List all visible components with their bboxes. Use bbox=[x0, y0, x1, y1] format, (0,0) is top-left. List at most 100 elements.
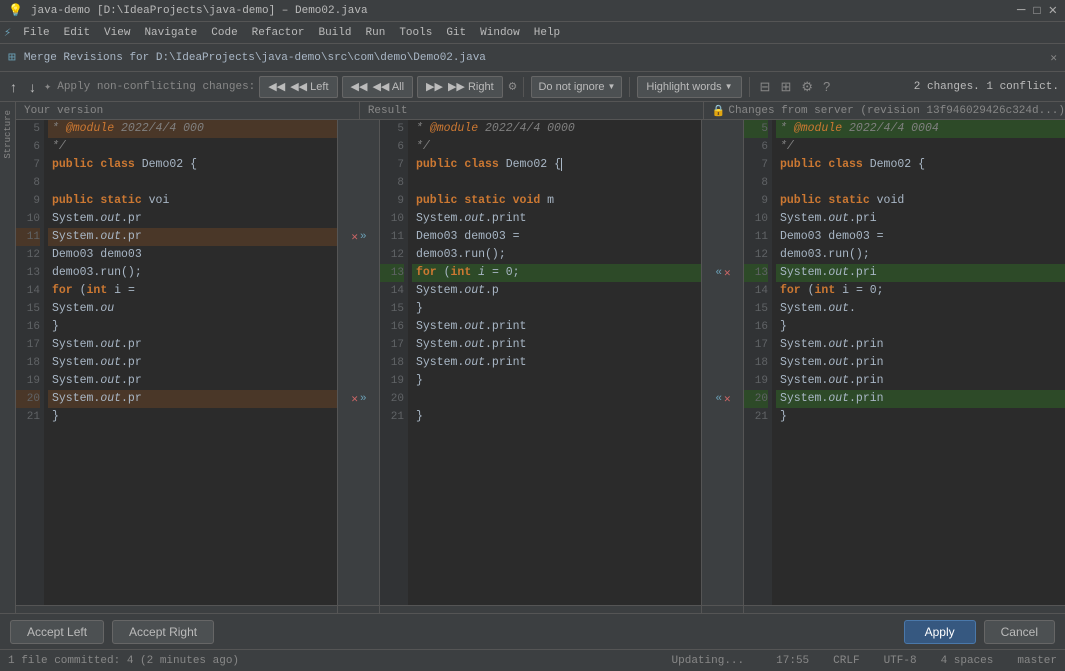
split-view-btn[interactable]: ⊞ bbox=[777, 79, 794, 95]
settings-icon[interactable]: ⚙ bbox=[509, 79, 517, 94]
right-line-16: } bbox=[776, 318, 1065, 336]
menu-edit[interactable]: Edit bbox=[58, 25, 96, 41]
right-line-9: public static void bbox=[776, 192, 1065, 210]
menu-code[interactable]: Code bbox=[205, 25, 243, 41]
maximize-btn[interactable]: □ bbox=[1033, 4, 1040, 18]
minimize-btn[interactable]: ─ bbox=[1017, 3, 1025, 19]
menu-help[interactable]: Help bbox=[528, 25, 566, 41]
accept-right-toolbar-btn[interactable]: ▶▶ ▶▶ Right bbox=[417, 76, 503, 98]
accept-left-toolbar-btn[interactable]: ◀◀ ◀◀ Left bbox=[259, 76, 337, 98]
menu-file[interactable]: File bbox=[17, 25, 55, 41]
middle-line-13: for (int i = 0; bbox=[412, 264, 701, 282]
commit-status: 1 file committed: 4 (2 minutes ago) bbox=[8, 655, 239, 667]
left-hscroll[interactable] bbox=[16, 606, 338, 613]
left-line-15: System.ou bbox=[48, 300, 337, 318]
next-change-btn[interactable]: ↓ bbox=[25, 79, 40, 95]
right-gutter-arrow-20[interactable]: « bbox=[715, 393, 722, 405]
settings-btn[interactable]: ⚙ bbox=[798, 79, 816, 95]
bottom-right-buttons: Apply Cancel bbox=[904, 620, 1055, 644]
code-panels: 5 6 7 8 9 10 11 12 13 14 15 16 17 18 19 … bbox=[16, 120, 1065, 605]
time-status: 17:55 bbox=[776, 655, 809, 667]
left-gutter-x-20[interactable]: ✕ bbox=[351, 392, 358, 406]
magic-wand-icon: ✦ bbox=[44, 79, 51, 94]
menu-bar: ⚡ File Edit View Navigate Code Refactor … bbox=[0, 22, 1065, 44]
middle-line-16: System.out.print bbox=[412, 318, 701, 336]
right-line-5: * @module 2022/4/4 0004 bbox=[776, 120, 1065, 138]
menu-navigate[interactable]: Navigate bbox=[138, 25, 203, 41]
title-text: java-demo [D:\IdeaProjects\java-demo] – … bbox=[31, 5, 368, 17]
middle-line-10: System.out.print bbox=[412, 210, 701, 228]
indent-status[interactable]: 4 spaces bbox=[941, 655, 994, 667]
highlight-words-btn[interactable]: Highlight words ▼ bbox=[637, 76, 741, 98]
left-panel[interactable]: 5 6 7 8 9 10 11 12 13 14 15 16 17 18 19 … bbox=[16, 120, 338, 605]
left-line-9: public static voi bbox=[48, 192, 337, 210]
middle-panel-header: Result bbox=[360, 102, 704, 119]
left-line-16: } bbox=[48, 318, 337, 336]
left-gutter-arrow-11[interactable]: » bbox=[360, 231, 367, 243]
bottom-bar: Accept Left Accept Right Apply Cancel bbox=[0, 613, 1065, 649]
right-line-10: System.out.pri bbox=[776, 210, 1065, 228]
right-hscroll[interactable] bbox=[744, 606, 1065, 613]
apply-nonconflict-label: Apply non-conflicting changes: bbox=[57, 81, 255, 93]
middle-code[interactable]: * @module 2022/4/4 0000 */ public class … bbox=[408, 120, 701, 605]
left-line-5: * @module 2022/4/4 000 bbox=[48, 120, 337, 138]
title-bar: 💡 java-demo [D:\IdeaProjects\java-demo] … bbox=[0, 0, 1065, 22]
line-ending-status[interactable]: CRLF bbox=[833, 655, 859, 667]
accept-right-btn[interactable]: Accept Right bbox=[112, 620, 214, 644]
cancel-btn[interactable]: Cancel bbox=[984, 620, 1055, 644]
help-btn[interactable]: ? bbox=[820, 79, 833, 94]
middle-line-19: } bbox=[412, 372, 701, 390]
sep2 bbox=[629, 77, 630, 97]
left-arrows-icon: ◀◀ bbox=[268, 80, 285, 93]
scrollbar-area bbox=[16, 605, 1065, 613]
left-line-6: */ bbox=[48, 138, 337, 156]
close-btn[interactable]: ✕ bbox=[1049, 2, 1057, 19]
middle-line-5: * @module 2022/4/4 0000 bbox=[412, 120, 701, 138]
menu-git[interactable]: Git bbox=[440, 25, 472, 41]
menu-refactor[interactable]: Refactor bbox=[246, 25, 311, 41]
accept-left-btn[interactable]: Accept Left bbox=[10, 620, 104, 644]
middle-panel[interactable]: 5 6 7 8 9 10 11 12 13 14 15 16 17 18 19 … bbox=[380, 120, 702, 605]
panel-headers-row: Your version Result 🔒 Changes from serve… bbox=[16, 102, 1065, 120]
middle-line-12: demo03.run(); bbox=[412, 246, 701, 264]
menu-run[interactable]: Run bbox=[360, 25, 392, 41]
menu-tools[interactable]: Tools bbox=[393, 25, 438, 41]
menu-view[interactable]: View bbox=[98, 25, 136, 41]
right-gutter-arrow-13[interactable]: « bbox=[715, 267, 722, 279]
left-line-7: public class Demo02 { bbox=[48, 156, 337, 174]
close-merge-btn[interactable]: ✕ bbox=[1050, 51, 1057, 65]
left-gutter-x-11[interactable]: ✕ bbox=[351, 230, 358, 244]
update-status: Updating... bbox=[672, 655, 745, 667]
right-gutter-x-20[interactable]: ✕ bbox=[724, 392, 731, 406]
branch-status[interactable]: master bbox=[1017, 655, 1057, 667]
right-line-17: System.out.prin bbox=[776, 336, 1065, 354]
menu-build[interactable]: Build bbox=[312, 25, 357, 41]
left-line-21: } bbox=[48, 408, 337, 426]
app-icon: 💡 bbox=[8, 3, 23, 18]
merge-icon: ⊞ bbox=[8, 50, 16, 65]
middle-line-18: System.out.print bbox=[412, 354, 701, 372]
left-code[interactable]: * @module 2022/4/4 000 */ public class D… bbox=[44, 120, 337, 605]
prev-change-btn[interactable]: ↑ bbox=[6, 79, 21, 95]
right-line-numbers: 5 6 7 8 9 10 11 12 13 14 15 16 17 18 19 … bbox=[744, 120, 772, 605]
right-code[interactable]: * @module 2022/4/4 0004 */ public class … bbox=[772, 120, 1065, 605]
middle-hscroll[interactable] bbox=[380, 606, 702, 613]
left-line-13: demo03.run(); bbox=[48, 264, 337, 282]
encoding-status[interactable]: UTF-8 bbox=[884, 655, 917, 667]
middle-line-14: System.out.p bbox=[412, 282, 701, 300]
collapse-panels-btn[interactable]: ⊟ bbox=[757, 79, 774, 95]
left-gutter-arrow-20[interactable]: » bbox=[360, 393, 367, 405]
right-line-15: System.out. bbox=[776, 300, 1065, 318]
ignore-dropdown[interactable]: Do not ignore ▼ bbox=[531, 76, 622, 98]
apply-btn[interactable]: Apply bbox=[904, 620, 976, 644]
right-gutter-hscroll bbox=[702, 606, 744, 613]
middle-line-6: */ bbox=[412, 138, 701, 156]
right-gutter-x-13[interactable]: ✕ bbox=[724, 266, 731, 280]
middle-line-9: public static void m bbox=[412, 192, 701, 210]
highlight-dropdown-icon: ▼ bbox=[725, 82, 733, 91]
right-panel[interactable]: 5 6 7 8 9 10 11 12 13 14 15 16 17 18 19 … bbox=[744, 120, 1065, 605]
menu-window[interactable]: Window bbox=[474, 25, 526, 41]
right-line-14: for (int i = 0; bbox=[776, 282, 1065, 300]
accept-all-toolbar-btn[interactable]: ◀◀ ◀◀ All bbox=[342, 76, 414, 98]
left-line-12: Demo03 demo03 bbox=[48, 246, 337, 264]
